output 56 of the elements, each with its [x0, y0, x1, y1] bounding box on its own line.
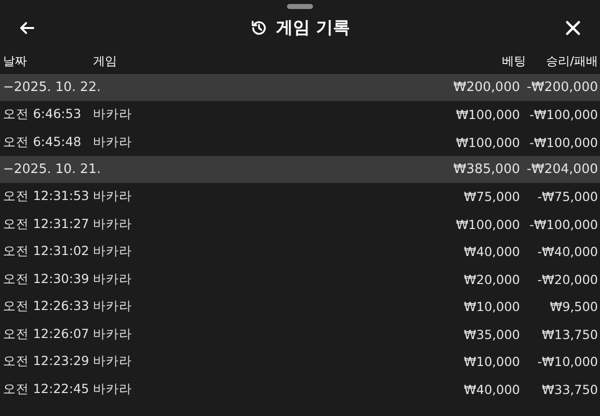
column-header[interactable]: 날짜 — [3, 52, 93, 70]
table-cell-text: 오전 12:26:33 — [3, 298, 90, 316]
table-cell-text: ₩100,000 — [454, 216, 520, 232]
table-cell-text: -₩40,000 — [536, 244, 598, 260]
table-cell-text: 오전 12:31:27 — [3, 216, 90, 233]
table-cell-text: 오전 12:31:53 — [3, 188, 90, 206]
group-bet-total: ₩200,000 — [452, 80, 520, 95]
table-cell-text: 바카라 — [93, 380, 133, 398]
date-group-row[interactable]: −2025. 10. 22. ₩200,000 -₩200,000 — [0, 74, 600, 101]
column-header[interactable]: 승리/패배 — [526, 52, 598, 70]
table-cell-text: 오전 12:23:29 — [3, 353, 90, 370]
close-icon[interactable] — [564, 18, 582, 36]
table-cell-text: ₩13,750 — [540, 326, 598, 342]
table-cell-text: ₩40,000 — [462, 382, 520, 397]
table-cell-text: 바카라 — [93, 270, 133, 288]
table-cell-text: ₩100,000 — [454, 134, 520, 150]
table-cell-text: -₩20,000 — [536, 272, 598, 287]
table-cell-text: 바카라 — [93, 216, 133, 233]
table-cell-text: 오전 6:46:53 — [3, 106, 82, 124]
table-cell-text: ₩75,000 — [462, 189, 520, 204]
table-cell-text: ₩10,000 — [462, 299, 520, 314]
table-cell-text: 바카라 — [93, 326, 133, 343]
table-cell-text: -₩10,000 — [536, 354, 598, 370]
table-cell-text: ₩10,000 — [462, 354, 520, 370]
table-cell-text: 오전 12:30:39 — [3, 270, 90, 288]
table-cell-text: 바카라 — [93, 353, 133, 370]
table-cell-text: ₩35,000 — [462, 326, 520, 342]
table-cell-text: 오전 12:26:07 — [3, 326, 90, 343]
group-date: −2025. 10. 22. — [3, 80, 102, 95]
group-bet-total: ₩385,000 — [452, 162, 520, 177]
group-date: −2025. 10. 21. — [3, 162, 102, 177]
table-cell-text: ₩33,750 — [540, 382, 598, 397]
table-cell-text: -₩75,000 — [536, 189, 598, 204]
table-cell-text: -₩100,000 — [528, 107, 598, 122]
group-result-total: -₩204,000 — [526, 162, 598, 177]
table-cell-text: ₩100,000 — [454, 107, 520, 122]
drag-handle[interactable] — [287, 4, 313, 9]
date-group-row[interactable]: −2025. 10. 21. ₩385,000 -₩204,000 — [0, 156, 600, 183]
table-cell-text: ₩20,000 — [462, 272, 520, 287]
table-cell-text: 바카라 — [93, 298, 133, 316]
table-cell-text: 바카라 — [93, 188, 133, 206]
table-cell-text: -₩100,000 — [528, 216, 598, 232]
table-cell-text: 바카라 — [93, 106, 133, 124]
column-header[interactable]: 베팅 — [436, 52, 526, 70]
history-icon — [250, 18, 268, 36]
table-cell-text: 오전 12:22:45 — [3, 380, 90, 398]
table-cell-text: ₩40,000 — [462, 244, 520, 260]
window-title: 게임 기록 — [276, 17, 350, 39]
table-cell-text: 오전 6:45:48 — [3, 134, 82, 151]
column-header[interactable]: 게임 — [93, 52, 436, 70]
table-cell-text: 오전 12:31:02 — [3, 243, 90, 260]
table-cell-text: 바카라 — [93, 134, 133, 151]
group-result-total: -₩200,000 — [526, 80, 598, 95]
table-cell-text: ₩9,500 — [548, 299, 598, 314]
table-cell-text: -₩100,000 — [528, 134, 598, 150]
table-cell-text: 바카라 — [93, 243, 133, 260]
